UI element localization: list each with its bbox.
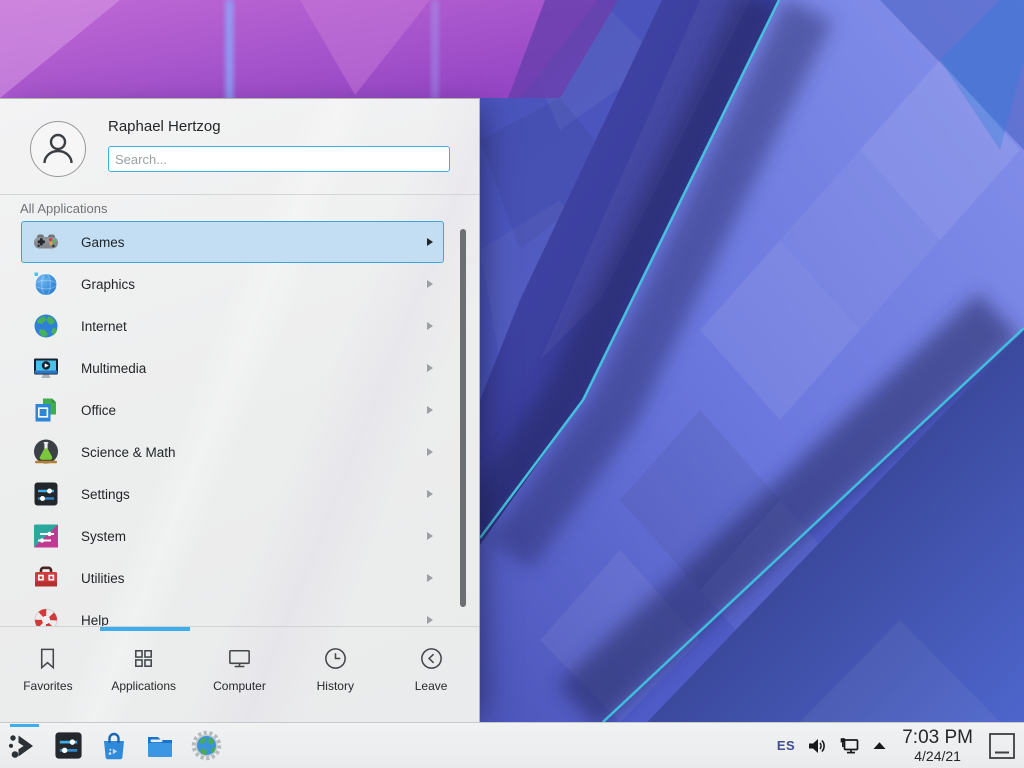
active-tab-indicator (100, 627, 190, 631)
tab-label: Applications (111, 679, 176, 693)
kde-launcher-icon (6, 730, 38, 762)
menu-item-label: Internet (81, 319, 127, 334)
help-lifering-icon (32, 606, 60, 626)
menu-item-multimedia[interactable]: Multimedia (21, 347, 444, 389)
menu-item-label: Help (81, 613, 109, 627)
tab-label: Leave (415, 679, 448, 693)
expand-tray-button[interactable] (872, 741, 887, 750)
submenu-arrow-icon (427, 532, 433, 540)
keyboard-layout-indicator[interactable]: ES (777, 738, 795, 753)
leave-back-icon (418, 645, 445, 672)
header-divider (0, 194, 479, 195)
network-icon (838, 736, 861, 756)
submenu-arrow-icon (427, 490, 433, 498)
system-settings-icon (53, 730, 84, 761)
tab-history[interactable]: History (287, 633, 383, 722)
menu-item-label: Science & Math (81, 445, 176, 460)
dolphin-folder-icon (144, 730, 176, 762)
application-launcher-button[interactable] (6, 730, 38, 762)
system-tray: ES 7:03 PM 4/24/21 (777, 723, 1024, 768)
tab-label: Favorites (23, 679, 72, 693)
menu-item-internet[interactable]: Internet (21, 305, 444, 347)
graphics-icon (32, 270, 60, 298)
applications-grid-icon (130, 645, 157, 672)
scrollbar-thumb[interactable] (460, 229, 466, 607)
search-input[interactable] (108, 146, 450, 172)
submenu-arrow-icon (427, 616, 433, 624)
menu-item-label: Utilities (81, 571, 125, 586)
office-icon (32, 396, 60, 424)
tab-leave[interactable]: Leave (383, 633, 479, 722)
menu-item-office[interactable]: Office (21, 389, 444, 431)
history-clock-icon (322, 645, 349, 672)
menu-item-label: Multimedia (81, 361, 146, 376)
system-icon (32, 522, 60, 550)
internet-globe-icon (32, 312, 60, 340)
menu-item-label: Games (81, 235, 125, 250)
submenu-arrow-icon (427, 406, 433, 414)
taskbar-panel: ES 7:03 PM 4/24/21 (0, 722, 1024, 768)
menu-item-label: Graphics (81, 277, 135, 292)
discover-bag-icon (98, 730, 130, 762)
settings-sliders-icon (32, 480, 60, 508)
menu-item-label: Settings (81, 487, 130, 502)
application-launcher-popup: Raphael Hertzog All Applications Games (0, 98, 480, 722)
games-icon (32, 228, 60, 256)
tabbar-divider (0, 626, 479, 627)
clock-time: 7:03 PM (902, 728, 973, 747)
desktop: { "launcher": { "user_name": "Raphael He… (0, 0, 1024, 768)
volume-icon (806, 736, 827, 756)
tab-applications[interactable]: Applications (96, 633, 192, 722)
submenu-arrow-icon (427, 322, 433, 330)
launcher-tabbar: Favorites Applications Computer (0, 633, 479, 722)
file-manager-button[interactable] (144, 730, 176, 762)
web-browser-button[interactable] (190, 730, 222, 762)
volume-button[interactable] (806, 736, 827, 756)
user-icon (31, 122, 85, 176)
expand-tray-icon (872, 741, 887, 750)
multimedia-icon (32, 354, 60, 382)
menu-item-graphics[interactable]: Graphics (21, 263, 444, 305)
submenu-arrow-icon (427, 574, 433, 582)
menu-item-label: System (81, 529, 126, 544)
system-settings-button[interactable] (52, 730, 84, 762)
submenu-arrow-icon (427, 364, 433, 372)
show-desktop-button[interactable] (988, 732, 1016, 760)
menu-item-help[interactable]: Help (21, 599, 444, 626)
tab-computer[interactable]: Computer (192, 633, 288, 722)
science-flask-icon (32, 438, 60, 466)
avatar[interactable] (30, 121, 86, 177)
globe-gear-icon (191, 730, 222, 761)
digital-clock[interactable]: 7:03 PM 4/24/21 (902, 728, 973, 763)
tab-favorites[interactable]: Favorites (0, 633, 96, 722)
menu-item-utilities[interactable]: Utilities (21, 557, 444, 599)
applications-category-list: Games Graphics (0, 221, 479, 626)
menu-item-games[interactable]: Games (21, 221, 444, 263)
favorites-bookmark-icon (34, 645, 61, 672)
submenu-arrow-icon (427, 448, 433, 456)
utilities-toolbox-icon (32, 564, 60, 592)
submenu-arrow-icon (427, 280, 433, 288)
tab-label: Computer (213, 679, 266, 693)
submenu-arrow-icon (427, 238, 433, 246)
show-desktop-icon (988, 732, 1016, 760)
network-button[interactable] (838, 736, 861, 756)
taskbar-launchers (6, 723, 222, 768)
clock-date: 4/24/21 (914, 749, 961, 763)
menu-item-label: Office (81, 403, 116, 418)
menu-item-science-math[interactable]: Science & Math (21, 431, 444, 473)
user-name: Raphael Hertzog (108, 118, 221, 135)
section-label: All Applications (20, 201, 107, 216)
tab-label: History (317, 679, 354, 693)
menu-item-system[interactable]: System (21, 515, 444, 557)
menu-item-settings[interactable]: Settings (21, 473, 444, 515)
discover-button[interactable] (98, 730, 130, 762)
computer-monitor-icon (226, 645, 253, 672)
launcher-header: Raphael Hertzog (0, 99, 479, 194)
